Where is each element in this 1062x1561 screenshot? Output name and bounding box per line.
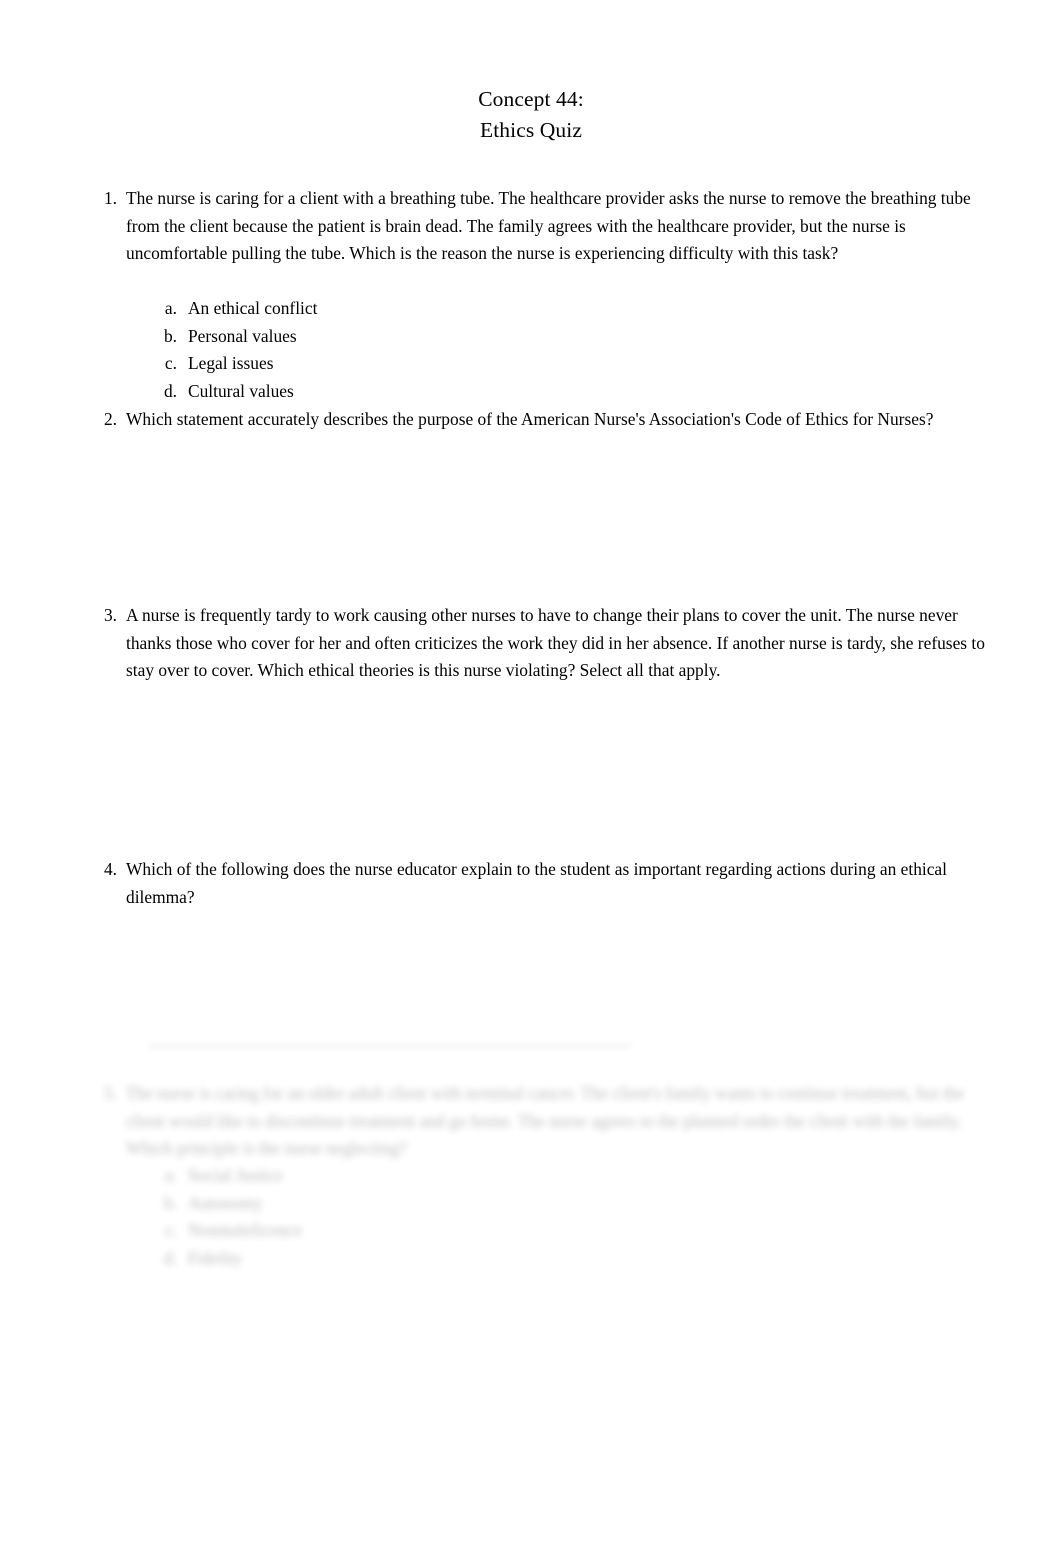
faded-option-text-5c: Nonmaleficence	[188, 1220, 302, 1241]
faded-option-item-5a: a. Social Justice	[0, 1162, 1062, 1190]
option-letter-1a: a.	[164, 298, 177, 318]
question-text-3: A nurse is frequently tardy to work caus…	[126, 605, 985, 681]
answer-space-2[interactable]	[126, 462, 987, 598]
answer-space-4[interactable]	[126, 912, 987, 1040]
answer-space-3[interactable]	[126, 714, 987, 854]
option-text-1b: Personal values	[188, 325, 297, 346]
question-text-4: Which of the following does the nurse ed…	[126, 859, 947, 907]
option-letter-1b: b.	[163, 325, 177, 346]
faded-rule-artifact	[150, 1045, 630, 1047]
document-page: Concept 44: Ethics Quiz 1. The nurse is …	[0, 0, 1062, 1561]
faded-option-letter-5b: b.	[163, 1192, 177, 1213]
faded-option-list-5: a. Social Justice b. Autonomy c. Nonmale…	[0, 1162, 1062, 1272]
option-letter-1d: d.	[163, 380, 177, 401]
faded-option-item-5d: d. Fidelity	[0, 1245, 1062, 1273]
option-item-1a[interactable]: a. An ethical conflict	[0, 295, 1062, 323]
option-item-1c[interactable]: c. Legal issues	[0, 350, 1062, 378]
option-list-1: a. An ethical conflict b. Personal value…	[0, 295, 1062, 405]
faded-option-text-5d: Fidelity	[188, 1247, 243, 1268]
faded-question-number-5: 5.	[103, 1083, 117, 1103]
question-number-1: 1.	[103, 188, 117, 208]
option-item-1b[interactable]: b. Personal values	[0, 323, 1062, 351]
faded-option-letter-5a: a.	[164, 1165, 177, 1185]
question-text-1: The nurse is caring for a client with a …	[126, 188, 971, 264]
option-text-1a: An ethical conflict	[188, 298, 318, 318]
title-line-2: Ethics Quiz	[479, 118, 582, 142]
faded-question-text-5: The nurse is caring for an older adult c…	[126, 1083, 965, 1159]
title-line-1: Concept 44:	[478, 87, 584, 111]
faded-option-text-5b: Autonomy	[188, 1192, 263, 1213]
option-item-1d[interactable]: d. Cultural values	[0, 378, 1062, 406]
option-letter-1c: c.	[164, 353, 177, 374]
faded-option-item-5c: c. Nonmaleficence	[0, 1217, 1062, 1245]
question-text-2: Which statement accurately describes the…	[126, 409, 934, 429]
faded-option-item-5b: b. Autonomy	[0, 1190, 1062, 1218]
question-number-4: 4.	[103, 859, 117, 879]
question-number-2: 2.	[103, 409, 117, 429]
faded-option-letter-5d: d.	[163, 1247, 177, 1268]
page-title: Concept 44: Ethics Quiz	[0, 84, 1062, 146]
question-number-3: 3.	[103, 605, 117, 625]
faded-option-text-5a: Social Justice	[188, 1165, 284, 1185]
faded-option-letter-5c: c.	[164, 1220, 177, 1241]
option-text-1d: Cultural values	[188, 380, 294, 401]
option-text-1c: Legal issues	[188, 353, 274, 374]
